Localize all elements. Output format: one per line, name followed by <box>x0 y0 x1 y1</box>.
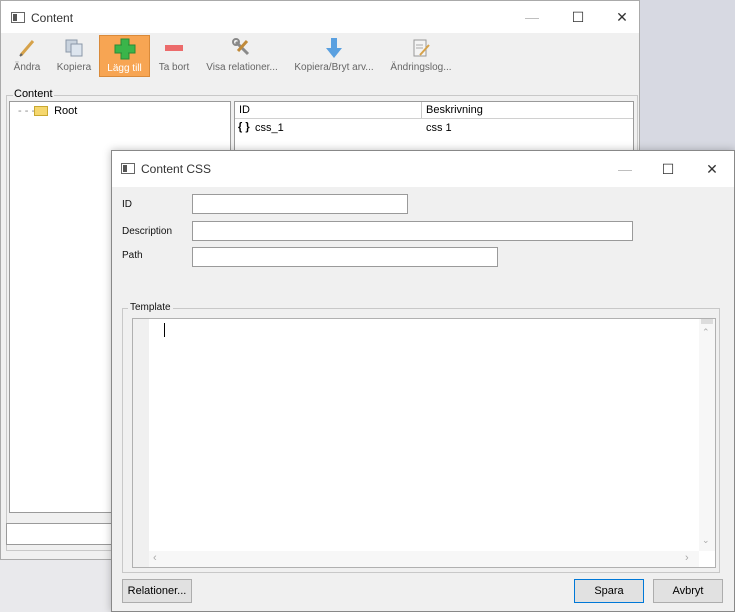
content-group-label: Content <box>13 88 54 100</box>
close-icon: ✕ <box>706 160 718 177</box>
toolbar-label: Lägg till <box>107 63 142 74</box>
description-label: Description <box>122 226 173 237</box>
toolbar: Ändra Kopiera Lägg till Ta bort Visa rel… <box>1 33 639 81</box>
dialog-close-button[interactable]: ✕ <box>689 153 735 185</box>
relations-button[interactable]: Relationer... <box>122 579 192 603</box>
cancel-button[interactable]: Avbryt <box>653 579 723 603</box>
scroll-up-icon[interactable]: ⌃ <box>702 327 710 338</box>
window-title: Content <box>31 11 74 25</box>
toolbar-button-copy-break-inheritance[interactable]: Kopiera/Bryt arv... <box>290 35 378 77</box>
row-description: css 1 <box>426 122 452 134</box>
table-row[interactable]: { } css_1 css 1 <box>235 121 633 137</box>
folder-icon <box>34 106 48 117</box>
content-css-dialog: Content CSS — ☐ ✕ ID Description Path Te… <box>111 150 735 612</box>
toolbar-button-show-relations[interactable]: Visa relationer... <box>202 35 282 77</box>
plus-icon <box>114 38 136 60</box>
close-button[interactable]: ✕ <box>599 1 645 33</box>
dialog-maximize-button[interactable]: ☐ <box>645 153 691 185</box>
dialog-titlebar[interactable]: Content CSS — ☐ ✕ <box>112 151 734 187</box>
content-window-titlebar[interactable]: Content — ☐ ✕ <box>1 1 639 33</box>
editor-gutter <box>133 319 149 567</box>
minimize-button[interactable]: — <box>509 1 555 33</box>
toolbar-label: Ändringslog... <box>390 62 452 73</box>
id-input[interactable] <box>192 194 408 214</box>
tools-icon <box>231 37 253 59</box>
scroll-left-icon[interactable]: ‹ <box>153 552 157 564</box>
path-label: Path <box>122 250 143 261</box>
toolbar-button-delete[interactable]: Ta bort <box>156 35 192 77</box>
path-input[interactable] <box>192 247 498 267</box>
scroll-down-icon[interactable]: ⌄ <box>702 535 710 546</box>
maximize-icon: ☐ <box>571 8 585 25</box>
copy-icon <box>63 37 85 59</box>
list-header: ID Beskrivning <box>235 102 633 119</box>
toolbar-button-add[interactable]: Lägg till <box>99 35 150 77</box>
text-caret <box>164 323 165 337</box>
toolbar-label: Visa relationer... <box>206 62 278 73</box>
window-app-icon <box>11 12 25 23</box>
minimize-icon: — <box>618 161 632 177</box>
desktop-background-bottom <box>0 560 112 612</box>
toolbar-label: Kopiera <box>56 62 92 73</box>
horizontal-scrollbar[interactable]: ‹ › <box>149 551 699 567</box>
dialog-title: Content CSS <box>141 162 212 176</box>
document-edit-icon <box>410 37 432 59</box>
toolbar-button-change-log[interactable]: Ändringslog... <box>386 35 456 77</box>
dialog-app-icon <box>121 163 135 174</box>
save-button[interactable]: Spara <box>574 579 644 603</box>
column-header-id[interactable]: ID <box>239 104 250 116</box>
tree-item-label: Root <box>54 105 78 117</box>
vertical-scrollbar[interactable]: ⌃ ⌄ <box>699 319 715 551</box>
scroll-right-icon[interactable]: › <box>685 552 689 564</box>
toolbar-label: Ändra <box>13 62 41 73</box>
toolbar-label: Ta bort <box>158 62 190 73</box>
dialog-minimize-button[interactable]: — <box>602 153 648 185</box>
pencil-icon <box>16 37 38 59</box>
toolbar-button-edit[interactable]: Ändra <box>9 35 45 77</box>
maximize-icon: ☐ <box>661 160 675 177</box>
maximize-button[interactable]: ☐ <box>555 1 601 33</box>
toolbar-button-copy[interactable]: Kopiera <box>53 35 95 77</box>
tree-item-root[interactable]: Root <box>34 105 77 117</box>
row-id: css_1 <box>255 122 284 134</box>
close-icon: ✕ <box>616 8 628 25</box>
minimize-icon: — <box>525 9 539 25</box>
tree-connector: - - - <box>18 105 36 117</box>
toolbar-label: Kopiera/Bryt arv... <box>294 62 374 73</box>
css-braces-icon: { } <box>238 121 250 133</box>
arrow-down-icon <box>323 37 345 59</box>
column-header-description[interactable]: Beskrivning <box>426 104 483 116</box>
scrollbar-thumb[interactable] <box>701 319 713 324</box>
column-separator[interactable] <box>421 102 422 118</box>
id-label: ID <box>122 199 132 210</box>
template-editor[interactable]: ⌃ ⌄ ‹ › <box>132 318 716 568</box>
template-label: Template <box>128 302 173 313</box>
minus-icon <box>163 37 185 59</box>
description-input[interactable] <box>192 221 633 241</box>
status-field[interactable] <box>6 523 116 545</box>
